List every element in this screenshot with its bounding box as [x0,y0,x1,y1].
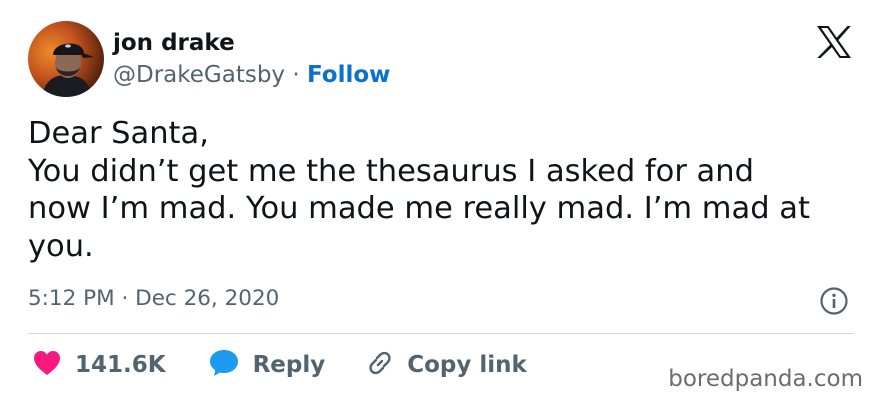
copy-link-button[interactable]: Copy link [365,348,527,382]
tweet-text-line: now I’m mad. You made me really mad. I’m… [28,191,810,226]
tweet-text-line: Dear Santa, [28,116,209,151]
like-count: 141.6K [75,352,166,378]
divider [28,333,854,334]
follow-button[interactable]: Follow [307,62,390,88]
author-handle-row: @DrakeGatsby · Follow [113,60,390,90]
heart-icon [33,350,61,380]
info-icon[interactable] [819,286,849,316]
tweet-card: jon drake @DrakeGatsby · Follow Dear San… [0,0,880,400]
like-button[interactable]: 141.6K [33,350,166,380]
x-logo-icon[interactable] [816,25,852,59]
tweet-text-line: you. [28,228,94,264]
speech-bubble-icon [209,349,239,381]
reply-button[interactable]: Reply [209,349,326,381]
tweet-timestamp[interactable]: 5:12 PM · Dec 26, 2020 [28,284,279,314]
handle-separator: · [292,62,300,88]
author-display-name[interactable]: jon drake [113,28,235,58]
author-handle[interactable]: @DrakeGatsby [113,62,285,88]
avatar[interactable] [28,21,104,97]
avatar-image [28,21,104,97]
watermark: boredpanda.com [668,366,863,392]
action-bar: 141.6K Reply Copy link [28,348,527,382]
tweet-text-line: You didn’t get me the thesaurus I asked … [28,153,754,189]
link-icon [365,348,395,382]
tweet-text: Dear Santa, You didn’t get me the thesau… [28,115,858,265]
reply-label: Reply [252,352,326,378]
copy-link-label: Copy link [407,352,527,378]
